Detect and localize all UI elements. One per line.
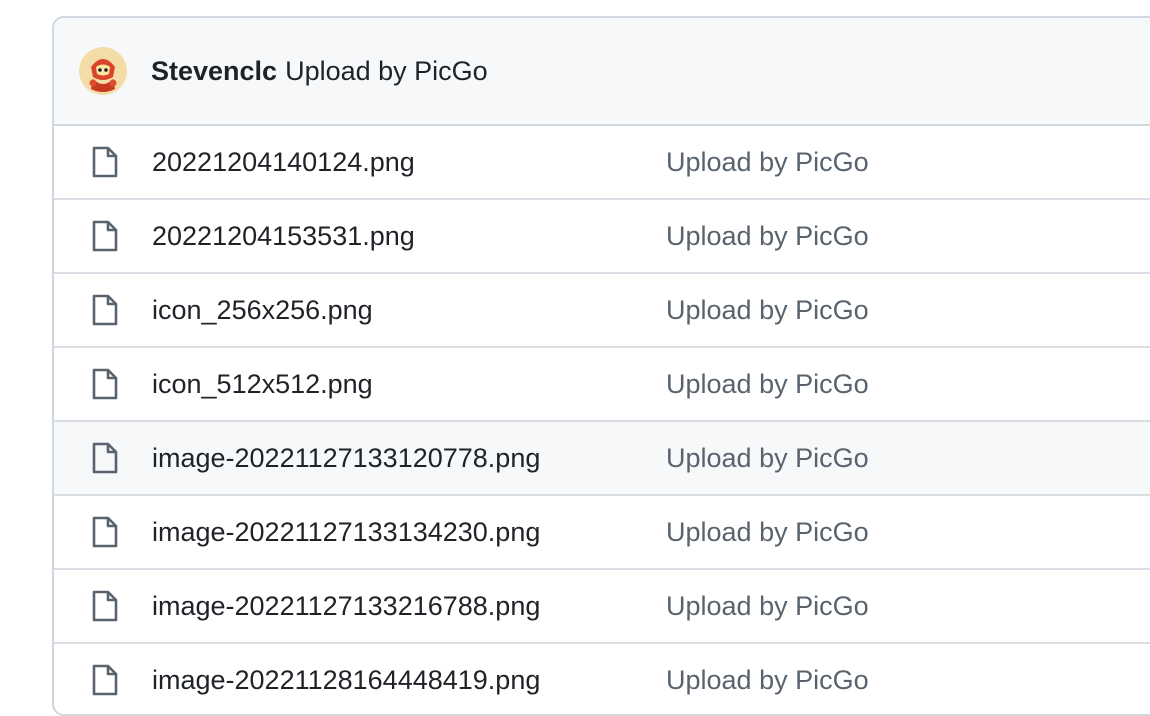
file-commit-message-link[interactable]: Upload by PicGo: [666, 591, 869, 622]
file-name-link[interactable]: 20221204153531.png: [152, 221, 666, 252]
file-rows: 20221204140124.png Upload by PicGo 2022120…: [54, 126, 1150, 714]
file-row[interactable]: 20221204153531.png Upload by PicGo: [54, 200, 1150, 274]
file-icon: [90, 589, 120, 623]
file-name-link[interactable]: icon_512x512.png: [152, 369, 666, 400]
file-commit-message-link[interactable]: Upload by PicGo: [666, 517, 869, 548]
file-commit-message-link[interactable]: Upload by PicGo: [666, 443, 869, 474]
file-name-link[interactable]: image-20221127133134230.png: [152, 517, 666, 548]
file-commit-message-link[interactable]: Upload by PicGo: [666, 295, 869, 326]
file-name-link[interactable]: image-20221127133120778.png: [152, 443, 666, 474]
file-list-box: Stevenclc Upload by PicGo 20221204140124.…: [52, 16, 1150, 716]
file-commit-message-link[interactable]: Upload by PicGo: [666, 665, 869, 696]
file-row[interactable]: image-20221127133216788.png Upload by Pic…: [54, 570, 1150, 644]
file-row[interactable]: image-20221128164448419.png Upload by Pic…: [54, 644, 1150, 714]
file-icon: [90, 515, 120, 549]
avatar[interactable]: [79, 47, 127, 95]
file-name-link[interactable]: icon_256x256.png: [152, 295, 666, 326]
file-commit-message-link[interactable]: Upload by PicGo: [666, 369, 869, 400]
file-row[interactable]: icon_256x256.png Upload by PicGo: [54, 274, 1150, 348]
latest-commit-text: Stevenclc Upload by PicGo: [151, 56, 488, 86]
file-row[interactable]: image-20221127133134230.png Upload by Pic…: [54, 496, 1150, 570]
file-name-link[interactable]: image-20221127133216788.png: [152, 591, 666, 622]
file-icon: [90, 663, 120, 697]
file-row[interactable]: icon_512x512.png Upload by PicGo: [54, 348, 1150, 422]
file-row[interactable]: image-20221127133120778.png Upload by Pic…: [54, 422, 1150, 496]
commit-author[interactable]: Stevenclc: [151, 56, 277, 86]
file-icon: [90, 219, 120, 253]
file-commit-message-link[interactable]: Upload by PicGo: [666, 221, 869, 252]
file-commit-message-link[interactable]: Upload by PicGo: [666, 147, 869, 178]
file-icon: [90, 441, 120, 475]
file-row[interactable]: 20221204140124.png Upload by PicGo: [54, 126, 1150, 200]
file-name-link[interactable]: image-20221128164448419.png: [152, 665, 666, 696]
latest-commit-header: Stevenclc Upload by PicGo: [54, 18, 1150, 126]
file-name-link[interactable]: 20221204140124.png: [152, 147, 666, 178]
file-icon: [90, 145, 120, 179]
file-icon: [90, 367, 120, 401]
commit-message[interactable]: Upload by PicGo: [285, 56, 488, 86]
file-icon: [90, 293, 120, 327]
